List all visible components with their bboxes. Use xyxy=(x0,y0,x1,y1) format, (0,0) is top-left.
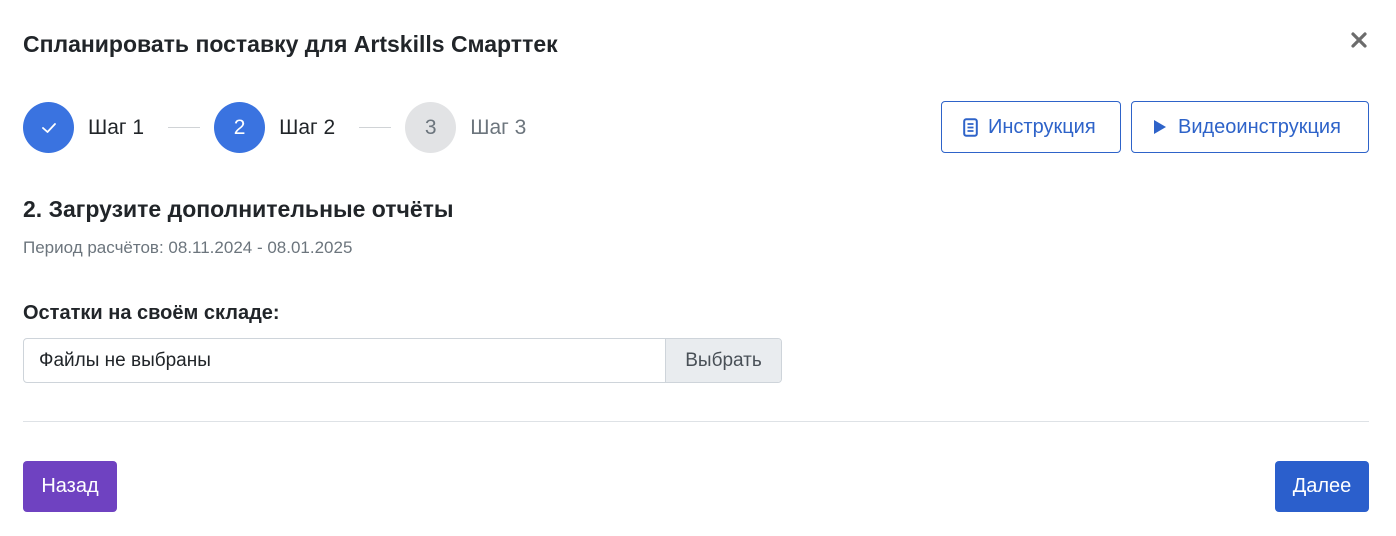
section-title: 2. Загрузите дополнительные отчёты xyxy=(23,196,454,222)
video-instruction-button[interactable]: Видеоинструкция xyxy=(1131,101,1369,153)
step-1: Шаг 1 xyxy=(23,102,144,153)
calculation-period: Период расчётов: 08.11.2024 - 08.01.2025 xyxy=(23,238,353,257)
step-2-label: Шаг 2 xyxy=(279,115,336,139)
step-connector xyxy=(359,127,392,128)
instruction-button[interactable]: Инструкция xyxy=(941,101,1121,153)
step-3-label: Шаг 3 xyxy=(470,115,527,139)
step-1-circle xyxy=(23,102,74,153)
choose-file-button[interactable]: Выбрать xyxy=(665,339,781,382)
plan-supply-modal: Спланировать поставку для Artskills Смар… xyxy=(0,0,1396,536)
close-button[interactable] xyxy=(1349,30,1369,50)
file-status-text: Файлы не выбраны xyxy=(39,349,211,371)
stock-field-label: Остатки на своём складе: xyxy=(23,302,280,324)
stock-file-input[interactable]: Файлы не выбраны Выбрать xyxy=(23,338,782,383)
play-icon xyxy=(1151,117,1169,137)
modal-title: Спланировать поставку для Artskills Смар… xyxy=(23,31,558,57)
back-button[interactable]: Назад xyxy=(23,461,117,512)
step-1-label: Шаг 1 xyxy=(88,115,145,139)
close-icon xyxy=(1351,32,1367,48)
stepper: Шаг 1 2 Шаг 2 3 Шаг 3 xyxy=(23,102,526,153)
top-actions: Инструкция Видеоинструкция xyxy=(941,101,1369,153)
step-3-circle: 3 xyxy=(405,102,457,153)
instruction-label: Инструкция xyxy=(988,115,1096,138)
video-instruction-label: Видеоинструкция xyxy=(1178,115,1341,138)
next-button[interactable]: Далее xyxy=(1275,461,1369,512)
divider xyxy=(23,421,1369,422)
step-connector xyxy=(168,127,201,128)
check-icon xyxy=(41,122,56,133)
step-2: 2 Шаг 2 xyxy=(214,102,335,153)
step-2-circle: 2 xyxy=(214,102,266,153)
document-icon xyxy=(961,117,979,137)
step-3: 3 Шаг 3 xyxy=(405,102,526,153)
